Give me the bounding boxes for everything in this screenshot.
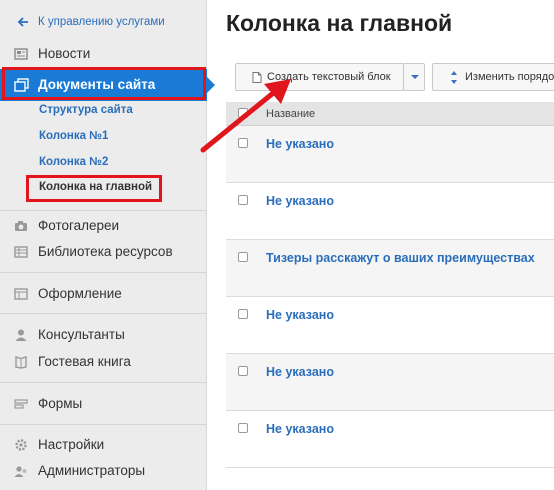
sidebar-item-admins[interactable]: Администраторы xyxy=(0,460,207,482)
divider xyxy=(0,313,207,314)
news-icon xyxy=(14,48,28,60)
table-row[interactable]: Не указано xyxy=(226,297,554,354)
divider xyxy=(0,210,207,211)
page-title: Колонка на главной xyxy=(226,10,453,36)
arrow-left-icon xyxy=(17,17,28,27)
column-header-name: Название xyxy=(266,108,316,120)
sidebar-item-label: Консультанты xyxy=(38,327,125,342)
user-icon xyxy=(15,329,27,341)
library-icon xyxy=(14,246,28,258)
sidebar-item-label: Фотогалереи xyxy=(38,218,120,233)
table-row[interactable]: Тизеры расскажут о ваших преимуществах xyxy=(226,240,554,297)
sidebar-item-library[interactable]: Библиотека ресурсов xyxy=(0,241,207,263)
row-checkbox[interactable] xyxy=(238,366,248,376)
sidebar-item-label: Библиотека ресурсов xyxy=(38,244,173,259)
sidebar-item-guestbook[interactable]: Гостевая книга xyxy=(0,351,207,373)
row-title-link[interactable]: Не указано xyxy=(266,194,334,208)
highlight-box-main-column xyxy=(26,175,162,202)
row-title-link[interactable]: Тизеры расскажут о ваших преимуществах xyxy=(266,251,535,265)
camera-icon xyxy=(15,221,27,231)
row-title-link[interactable]: Не указано xyxy=(266,365,334,379)
sidebar-item-news[interactable]: Новости xyxy=(0,43,207,65)
row-checkbox[interactable] xyxy=(238,423,248,433)
sidebar-item-label: Формы xyxy=(38,396,83,411)
subitem-column-1[interactable]: Колонка №1 xyxy=(39,130,108,146)
back-to-services-link[interactable]: К управлению услугами xyxy=(0,14,207,32)
row-checkbox[interactable] xyxy=(238,195,248,205)
sidebar-item-consultants[interactable]: Консультанты xyxy=(0,324,207,346)
divider xyxy=(0,272,207,273)
book-icon xyxy=(15,356,27,369)
table-row[interactable]: Не указано xyxy=(226,183,554,240)
sidebar-item-label: Гостевая книга xyxy=(38,354,131,369)
row-title-link[interactable]: Не указано xyxy=(266,137,334,151)
table-row[interactable]: Не указано xyxy=(226,126,554,183)
change-order-button[interactable]: Изменить порядок xyxy=(432,63,554,91)
layout-icon xyxy=(14,288,28,300)
document-icon xyxy=(252,72,262,83)
sort-icon xyxy=(451,71,457,84)
select-all-checkbox[interactable] xyxy=(238,108,248,118)
row-title-link[interactable]: Не указано xyxy=(266,422,334,436)
divider xyxy=(0,382,207,383)
divider xyxy=(0,424,207,425)
admin-icon xyxy=(14,466,27,477)
create-button-label: Создать текстовый блок xyxy=(267,71,391,83)
back-link-label: К управлению услугами xyxy=(38,16,165,28)
table-row[interactable]: Не указано xyxy=(226,354,554,411)
table-header: Название xyxy=(226,102,554,126)
sidebar-item-photo[interactable]: Фотогалереи xyxy=(0,215,207,237)
row-checkbox[interactable] xyxy=(238,252,248,262)
sidebar-item-label: Настройки xyxy=(38,437,105,452)
row-checkbox[interactable] xyxy=(238,309,248,319)
table-row[interactable]: Не указано xyxy=(226,411,554,468)
subitem-structure[interactable]: Структура сайта xyxy=(39,104,133,120)
order-button-label: Изменить порядок xyxy=(465,71,554,83)
sidebar-item-forms[interactable]: Формы xyxy=(0,393,207,415)
create-options-dropdown[interactable] xyxy=(403,63,425,91)
sidebar-item-design[interactable]: Оформление xyxy=(0,283,207,305)
create-text-block-button[interactable]: Создать текстовый блок xyxy=(235,63,404,91)
blocks-table: Название Не указано Не указано Тизеры ра… xyxy=(226,102,554,472)
highlight-box-documents xyxy=(2,67,206,100)
subitem-column-2[interactable]: Колонка №2 xyxy=(39,156,108,172)
row-checkbox[interactable] xyxy=(238,138,248,148)
sidebar-item-label: Администраторы xyxy=(38,463,146,478)
gear-icon xyxy=(15,439,27,451)
sidebar-item-label: Новости xyxy=(38,46,91,61)
row-title-link[interactable]: Не указано xyxy=(266,308,334,322)
sidebar-item-label: Оформление xyxy=(38,286,122,301)
sidebar: К управлению услугами Новости Документы … xyxy=(0,0,207,490)
form-icon xyxy=(14,399,28,409)
sidebar-item-settings[interactable]: Настройки xyxy=(0,434,207,456)
caret-down-icon xyxy=(411,75,419,79)
